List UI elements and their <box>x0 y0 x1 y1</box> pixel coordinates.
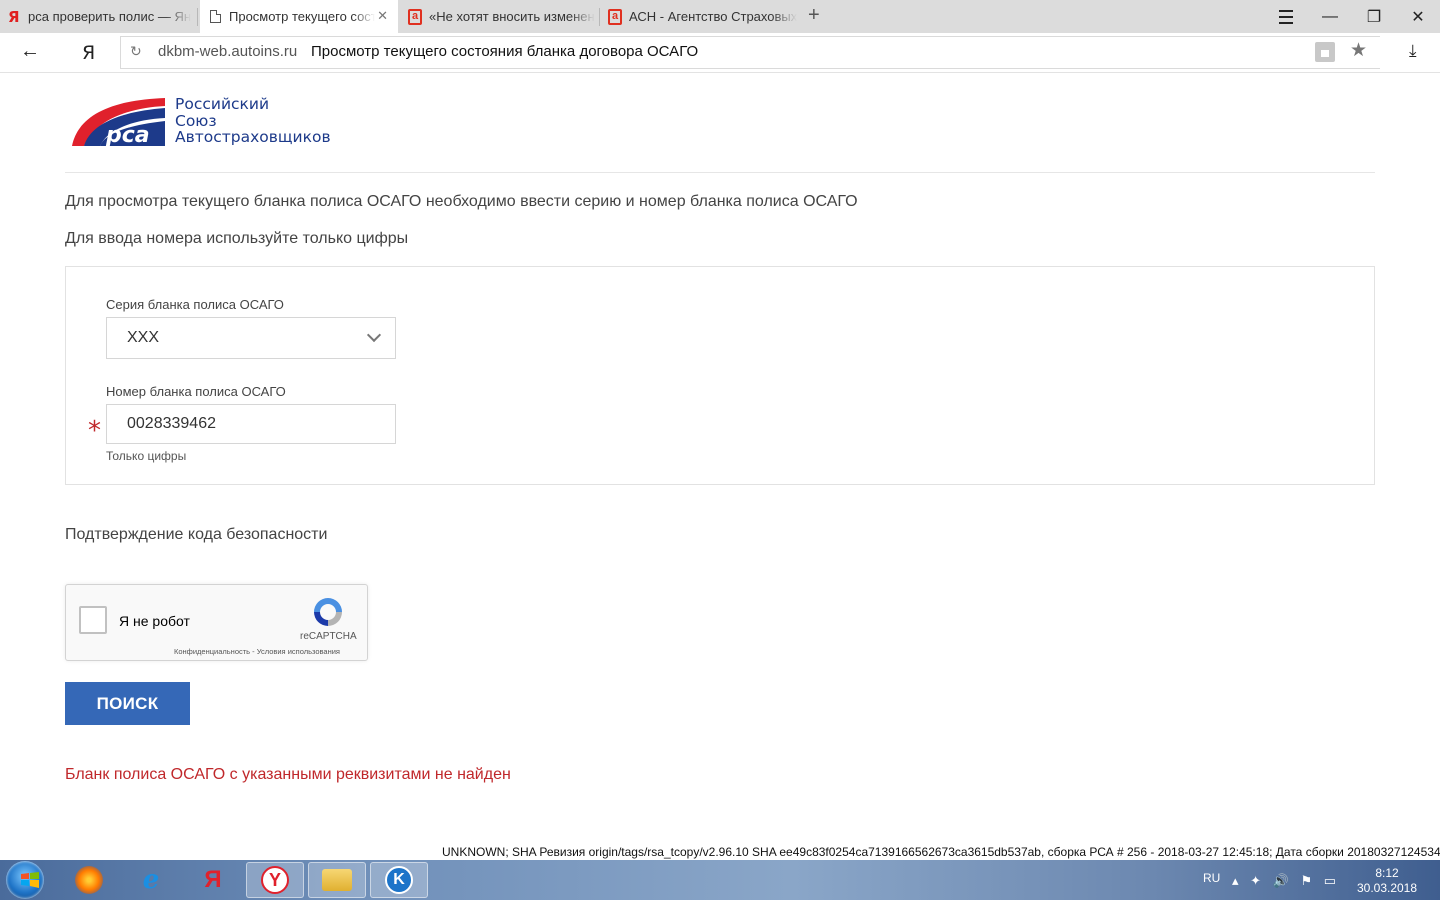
recaptcha-terms-link[interactable]: Конфиденциальность - Условия использован… <box>174 647 340 656</box>
yandex-icon[interactable]: Y <box>246 862 304 898</box>
firefox-icon[interactable] <box>60 862 118 898</box>
reload-icon[interactable]: ↻ <box>130 43 142 60</box>
intro-hint: Для ввода номера используйте только цифр… <box>65 230 409 247</box>
start-button[interactable] <box>6 861 44 899</box>
intro-text: Для просмотра текущего бланка полиса ОСА… <box>65 193 858 210</box>
language-indicator[interactable]: RU <box>1203 871 1220 885</box>
captcha-label: Я не робот <box>119 613 190 629</box>
yandex-icon: Я <box>8 7 20 26</box>
logo-abbr: рса <box>105 123 150 148</box>
tab-news[interactable]: a «Не хотят вносить изменен <box>400 0 600 33</box>
restore-icon[interactable]: ❐ <box>1352 0 1396 33</box>
close-icon[interactable]: ✕ <box>377 8 388 24</box>
new-tab-plus-icon[interactable]: + <box>808 4 820 27</box>
series-value: ХХХ <box>127 329 160 346</box>
document-icon <box>210 10 221 23</box>
tab-asn[interactable]: a АСН - Агентство Страховых <box>600 0 798 33</box>
header-divider <box>65 172 1375 173</box>
tab-title: «Не хотят вносить изменен <box>429 9 595 24</box>
search-button[interactable]: Поиск <box>65 682 190 725</box>
recaptcha-brand: reCAPTCHA <box>300 631 357 642</box>
url-field[interactable] <box>120 36 1380 69</box>
file-explorer-icon[interactable] <box>308 862 366 898</box>
number-input[interactable]: 0028339462 <box>106 404 396 444</box>
build-info: UNKNOWN; SHA Ревизия origin/tags/rsa_tco… <box>442 845 1440 859</box>
url-page-title[interactable]: Просмотр текущего состояния бланка догов… <box>311 43 698 60</box>
recaptcha-icon <box>314 598 342 626</box>
browser-tab-bar: Я рса проверить полис — Ян Просмотр теку… <box>0 0 1440 33</box>
logo-line: Российский <box>175 95 270 113</box>
lock-icon[interactable] <box>1315 42 1335 62</box>
windows-taskbar: e Я Y K <box>0 860 1440 900</box>
tab-search[interactable]: Я рса проверить полис — Ян <box>0 0 198 33</box>
tab-title: рса проверить полис — Ян <box>28 9 192 24</box>
chevron-down-icon <box>366 327 382 343</box>
series-select[interactable]: ХХХ <box>106 317 396 359</box>
internet-explorer-icon[interactable]: e <box>122 862 180 898</box>
logo-line: Автостраховщиков <box>175 128 331 146</box>
error-message: Бланк полиса ОСАГО с указанными реквизит… <box>65 766 511 783</box>
clock-date: 30.03.2018 <box>1356 881 1418 895</box>
system-tray-icons[interactable]: ▴ ✦ 🔊 ⚑ ▭ <box>1232 873 1340 889</box>
teamviewer-icon[interactable]: K <box>370 862 428 898</box>
back-arrow-icon[interactable]: ← <box>20 40 40 63</box>
yandex-button[interactable]: Я <box>82 42 95 64</box>
number-label: Номер бланка полиса ОСАГО <box>106 384 286 399</box>
clock-time: 8:12 <box>1375 866 1399 880</box>
address-bar: ← Я ↻ dkbm-web.autoins.ru Просмотр текущ… <box>0 33 1440 73</box>
minimize-icon[interactable]: — <box>1308 0 1352 33</box>
recaptcha-widget: Я не робот reCAPTCHA Конфиденциальность … <box>65 584 368 661</box>
windows-logo-icon <box>21 872 39 888</box>
a-letter-icon: a <box>408 8 422 25</box>
a-letter-icon: a <box>608 8 622 25</box>
tab-current[interactable]: Просмотр текущего сост ✕ <box>200 0 398 33</box>
captcha-checkbox[interactable] <box>79 606 107 634</box>
logo-text: Российский Союз Автостраховщиков <box>175 96 331 146</box>
security-label: Подтверждение кода безопасности <box>65 526 328 543</box>
menu-icon[interactable] <box>1264 0 1308 33</box>
required-mark: * <box>88 416 101 446</box>
bookmark-star-icon[interactable]: ★ <box>1350 39 1367 62</box>
clock[interactable]: 8:12 30.03.2018 <box>1355 866 1419 896</box>
url-domain[interactable]: dkbm-web.autoins.ru <box>158 43 297 60</box>
series-label: Серия бланка полиса ОСАГО <box>106 297 284 312</box>
logo-line: Союз <box>175 111 217 130</box>
tab-title: Просмотр текущего сост <box>229 9 375 24</box>
tab-title: АСН - Агентство Страховых <box>629 9 798 24</box>
yandex-browser-icon[interactable]: Я <box>184 862 242 898</box>
window-close-icon[interactable]: ✕ <box>1396 0 1440 33</box>
download-icon[interactable]: ⤓ <box>1409 41 1417 61</box>
number-hint: Только цифры <box>106 449 187 463</box>
